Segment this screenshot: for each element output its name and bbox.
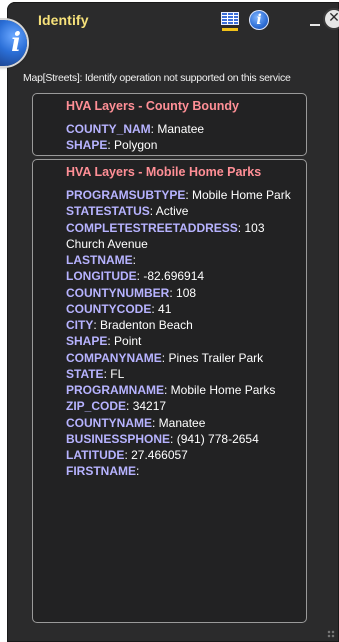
attribute-key: PROGRAMSUBTYPE (66, 188, 186, 202)
attribute-row: CITY: Bradenton Beach (66, 318, 193, 332)
attribute-value: 27.466057 (131, 448, 188, 462)
attribute-value: Pines Trailer Park (168, 350, 264, 365)
attribute-value: Active (155, 204, 189, 219)
attribute-row: COMPANYNAME: Pines Trailer Park (66, 350, 264, 365)
attribute-key: LATITUDE (66, 448, 125, 462)
attribute-key: LONGITUDE (66, 269, 137, 284)
attribute-row: COUNTYNAME: Manatee (66, 415, 206, 430)
panel-title: Identify (38, 12, 89, 28)
attribute-value: Point (114, 334, 142, 349)
attribute-row: LATITUDE: 27.466057 (66, 448, 188, 462)
info-icon: i (256, 12, 262, 28)
resize-handle[interactable] (327, 630, 335, 638)
attribute-key: LASTNAME (66, 253, 133, 267)
attribute-row: LASTNAME: (66, 253, 137, 267)
attribute-value: 108 (176, 285, 197, 300)
result-county-boundary: HVA Layers - County Boundy COUNTY_NAM: M… (32, 93, 307, 156)
attribute-row: COUNTYCODE: 41 (66, 301, 172, 316)
identify-info-glyph: i (11, 28, 21, 58)
attribute-value: Manatee (157, 122, 205, 136)
attribute-row: STATESTATUS: Active (66, 204, 189, 219)
table-view-button[interactable] (220, 11, 240, 31)
attribute-row: COUNTY_NAM: Manatee (66, 122, 205, 136)
attribute-row: SHAPE: Polygon (66, 138, 158, 153)
attribute-key: CITY (66, 318, 94, 332)
attribute-key: STATE (66, 366, 104, 381)
active-indicator (222, 28, 238, 31)
attribute-key: COUNTY_NAM (66, 122, 151, 136)
attribute-value: Mobile Home Park (192, 188, 291, 202)
attribute-key: COUNTYNAME (66, 415, 152, 430)
attribute-row: COMPLETESTREETADDRESS: 103 Church Avenue (66, 220, 265, 251)
attribute-value: 41 (158, 301, 172, 316)
attribute-row: LONGITUDE: -82.696914 (66, 269, 205, 284)
attribute-key: STATESTATUS (66, 204, 150, 219)
identify-info-icon: i (0, 20, 27, 66)
close-button[interactable]: ✕ (323, 8, 339, 30)
attribute-key: SHAPE (66, 138, 108, 153)
attribute-key: COUNTYNUMBER (66, 285, 170, 300)
attribute-row: FIRSTNAME: (66, 464, 140, 479)
result-mobile-home-parks: HVA Layers - Mobile Home Parks PROGRAMSU… (32, 159, 307, 623)
identify-panel: i Identify i ✕ Map[Streets]: Identify op… (0, 2, 339, 642)
attribute-row: ZIP_CODE: 34217 (66, 399, 167, 414)
attribute-key: COMPLETESTREETADDRESS (66, 220, 238, 235)
attribute-key: PROGRAMNAME (66, 383, 164, 397)
attribute-value: (941) 778-2654 (176, 431, 259, 446)
table-icon (221, 12, 239, 25)
minimize-button[interactable] (310, 24, 320, 26)
attribute-value: 34217 (132, 399, 167, 414)
attribute-row: PROGRAMNAME: Mobile Home Parks (66, 383, 276, 397)
attribute-value: FL (110, 366, 125, 381)
attribute-value: Polygon (114, 138, 158, 153)
attribute-value: Bradenton Beach (100, 318, 193, 332)
identify-message: Map[Streets]: Identify operation not sup… (23, 72, 291, 84)
attribute-value: Manatee (158, 415, 206, 430)
attribute-row: SHAPE: Point (66, 334, 142, 349)
attribute-row: PROGRAMSUBTYPE: Mobile Home Park (66, 188, 291, 202)
close-icon: ✕ (328, 10, 339, 26)
attribute-key: SHAPE (66, 334, 108, 349)
attribute-value: -82.696914 (143, 269, 205, 284)
attribute-value: Mobile Home Parks (170, 383, 276, 397)
attribute-key: ZIP_CODE (66, 399, 127, 414)
attribute-key: FIRSTNAME (66, 464, 136, 479)
attribute-row: COUNTYNUMBER: 108 (66, 285, 197, 300)
attribute-row: BUSINESSPHONE: (941) 778-2654 (66, 431, 259, 446)
layer-title: HVA Layers - County Boundy (66, 99, 239, 113)
info-view-button[interactable]: i (249, 10, 269, 30)
attribute-key: BUSINESSPHONE (66, 431, 171, 446)
layer-title: HVA Layers - Mobile Home Parks (66, 165, 262, 179)
attribute-key: COMPANYNAME (66, 350, 162, 365)
attribute-row: STATE: FL (66, 366, 125, 381)
attribute-key: COUNTYCODE (66, 301, 152, 316)
